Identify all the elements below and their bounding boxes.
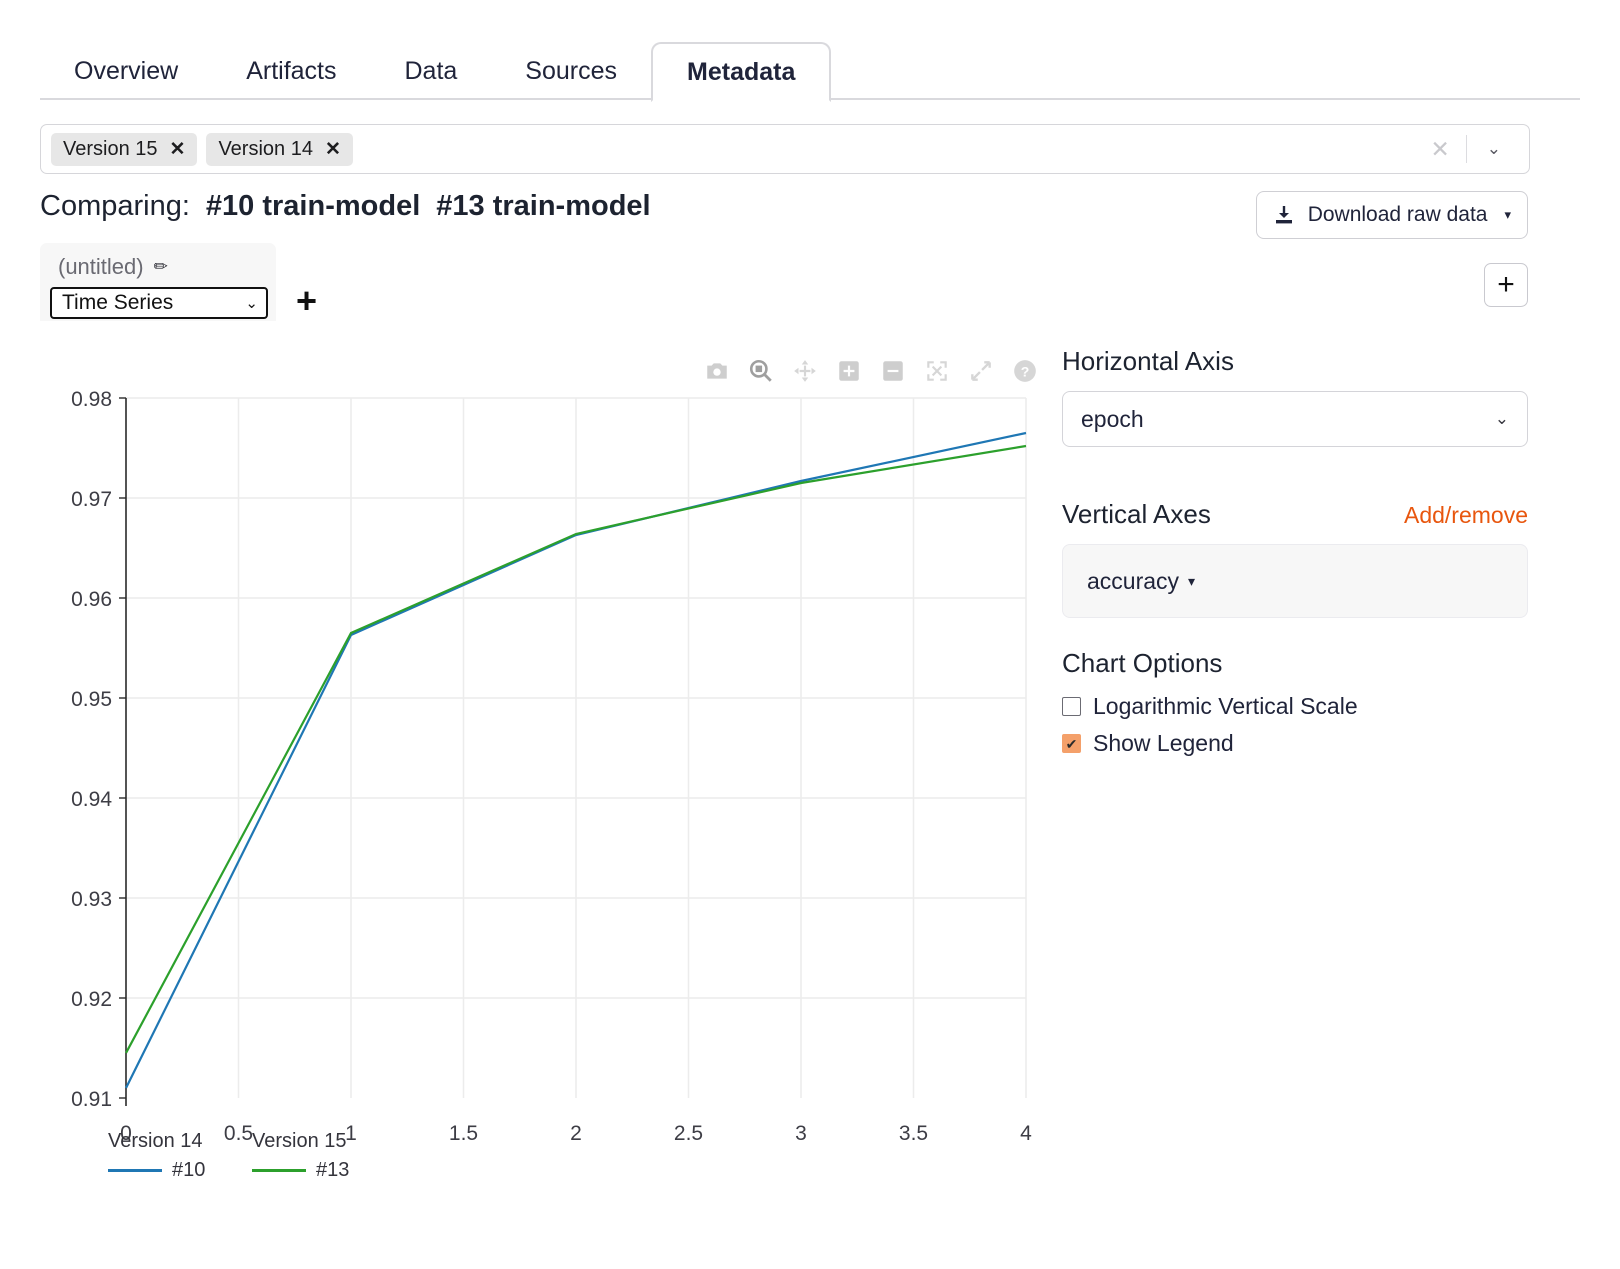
chart-title: (untitled)	[58, 254, 144, 279]
legend-item[interactable]: #10	[108, 1159, 205, 1182]
legend-item[interactable]: #13	[252, 1159, 349, 1182]
chart-type-select[interactable]: Time Series ⌄	[50, 287, 268, 319]
comparing-label: Comparing:	[40, 190, 190, 222]
horizontal-axis-value: epoch	[1081, 405, 1144, 432]
legend-group: Version 14 #10	[108, 1130, 234, 1182]
version-chip-label: Version 14	[218, 137, 313, 160]
chart-type-value: Time Series	[62, 291, 174, 314]
x-tick-label: 2.5	[674, 1122, 703, 1145]
legend-swatch	[108, 1169, 162, 1172]
y-tick-label: 0.94	[71, 788, 112, 811]
autoscale-icon[interactable]	[924, 358, 950, 384]
legend-group-title: Version 15	[252, 1130, 347, 1152]
horizontal-axis-title: Horizontal Axis	[1062, 346, 1234, 376]
y-tick-label: 0.92	[71, 988, 112, 1011]
checkbox-icon[interactable]	[1062, 697, 1081, 716]
chart-settings-panel: Horizontal Axis epoch ⌄ Vertical Axes Ad…	[1062, 346, 1528, 767]
add-chart-button[interactable]: +	[296, 283, 317, 319]
vertical-axes-list: accuracy ▾	[1062, 544, 1528, 618]
version-chip[interactable]: Version 14 ✕	[206, 132, 353, 166]
download-raw-data-button[interactable]: Download raw data ▾	[1255, 191, 1528, 239]
download-raw-data-label: Download raw data	[1307, 203, 1488, 226]
vertical-axis-item-accuracy[interactable]: accuracy ▾	[1087, 568, 1195, 595]
tabbar-filler	[831, 44, 1580, 100]
vertical-axes-title: Vertical Axes	[1062, 499, 1211, 529]
tab-label: Overview	[74, 56, 179, 85]
help-icon[interactable]: ?	[1012, 358, 1038, 384]
vertical-axis-label: accuracy	[1087, 567, 1180, 594]
option-logarithmic-vertical-scale[interactable]: Logarithmic Vertical Scale	[1062, 693, 1528, 720]
chevron-down-icon: ⌄	[1494, 409, 1509, 428]
tab-data[interactable]: Data	[370, 44, 492, 100]
chart-card-header: (untitled) ✏ Time Series ⌄	[40, 243, 276, 321]
tab-overview[interactable]: Overview	[40, 44, 213, 100]
y-tick-label: 0.93	[71, 888, 112, 911]
x-tick-label: 2	[570, 1122, 582, 1145]
chart-container: ? 0.91 0.92 0.93 0.94 0.95 0.96 0.97 0.98 0 0.5 1 1…	[40, 340, 1050, 1220]
option-label: Show Legend	[1093, 730, 1234, 756]
line-chart[interactable]: 0.910.920.930.940.950.960.970.980 0.5 1 1.5…	[40, 388, 1050, 1178]
version-chip[interactable]: Version 15 ✕	[51, 132, 198, 166]
x-tick-label: 1.5	[449, 1122, 478, 1145]
caret-down-icon: ▾	[1188, 572, 1196, 589]
tab-label: Data	[404, 56, 458, 85]
add-panel-button[interactable]: +	[1484, 263, 1528, 307]
tab-artifacts[interactable]: Artifacts	[212, 44, 371, 100]
zoom-in-icon[interactable]	[836, 358, 862, 384]
chart-title-row: (untitled) ✏	[58, 254, 168, 280]
version-chip-label: Version 15	[63, 137, 158, 160]
zoom-out-icon[interactable]	[880, 358, 906, 384]
svg-text:?: ?	[1021, 363, 1030, 379]
tab-label: Artifacts	[246, 56, 337, 85]
close-icon[interactable]: ✕	[325, 138, 341, 161]
pan-icon[interactable]	[792, 358, 818, 384]
option-show-legend[interactable]: Show Legend	[1062, 730, 1528, 757]
legend-group: Version 15 #13	[252, 1130, 378, 1182]
legend-item-label: #10	[172, 1159, 206, 1181]
chevron-down-icon: ⌄	[245, 295, 258, 312]
comparing-header: Comparing: #10 train-model #13 train-mod…	[40, 190, 651, 223]
tabbar: Overview Artifacts Data Sources Metadata	[40, 42, 1580, 102]
pencil-icon[interactable]: ✏	[154, 257, 168, 277]
y-tick-label: 0.96	[71, 588, 112, 611]
clear-all-icon[interactable]: ✕	[1414, 136, 1465, 163]
close-icon[interactable]: ✕	[170, 138, 186, 161]
y-tick-label: 0.97	[71, 488, 112, 511]
horizontal-axis-select[interactable]: epoch ⌄	[1062, 391, 1528, 447]
y-tick-label: 0.95	[71, 688, 112, 711]
tab-label: Sources	[525, 56, 618, 85]
y-tick-label: 0.98	[71, 388, 112, 411]
chevron-down-icon: ▾	[1504, 207, 1511, 222]
version-filter-bar[interactable]: Version 15 ✕ Version 14 ✕ ✕ ⌄	[40, 124, 1530, 174]
camera-icon[interactable]	[704, 358, 730, 384]
x-tick-label: 4	[1020, 1122, 1032, 1145]
plotly-modebar: ?	[704, 358, 1038, 384]
comparing-run-1: #10 train-model	[205, 190, 421, 222]
comparing-run-2: #13 train-model	[436, 190, 651, 222]
chart-options-title: Chart Options	[1062, 648, 1223, 678]
reset-axes-icon[interactable]	[968, 358, 994, 384]
vertical-axes-header: Vertical Axes Add/remove	[1062, 499, 1528, 530]
chart-legend: Version 14 #10 Version 15 #13	[108, 1130, 378, 1182]
x-tick-label: 3.5	[899, 1122, 928, 1145]
zoom-icon[interactable]	[748, 358, 774, 384]
y-tick-label: 0.91	[71, 1088, 112, 1111]
x-tick-label: 3	[795, 1122, 807, 1145]
legend-group-title: Version 14	[108, 1130, 203, 1152]
option-label: Logarithmic Vertical Scale	[1093, 693, 1358, 719]
legend-swatch	[252, 1169, 306, 1172]
tab-label: Metadata	[687, 57, 796, 86]
tab-metadata[interactable]: Metadata	[651, 42, 832, 102]
tab-sources[interactable]: Sources	[491, 44, 652, 100]
add-remove-axes-link[interactable]: Add/remove	[1404, 502, 1528, 529]
metadata-compare-page: Overview Artifacts Data Sources Metadata…	[0, 0, 1620, 1269]
checkbox-checked-icon[interactable]	[1062, 734, 1081, 753]
chevron-down-icon[interactable]: ⌄	[1467, 139, 1519, 159]
download-icon	[1275, 206, 1292, 224]
legend-item-label: #13	[316, 1159, 350, 1181]
